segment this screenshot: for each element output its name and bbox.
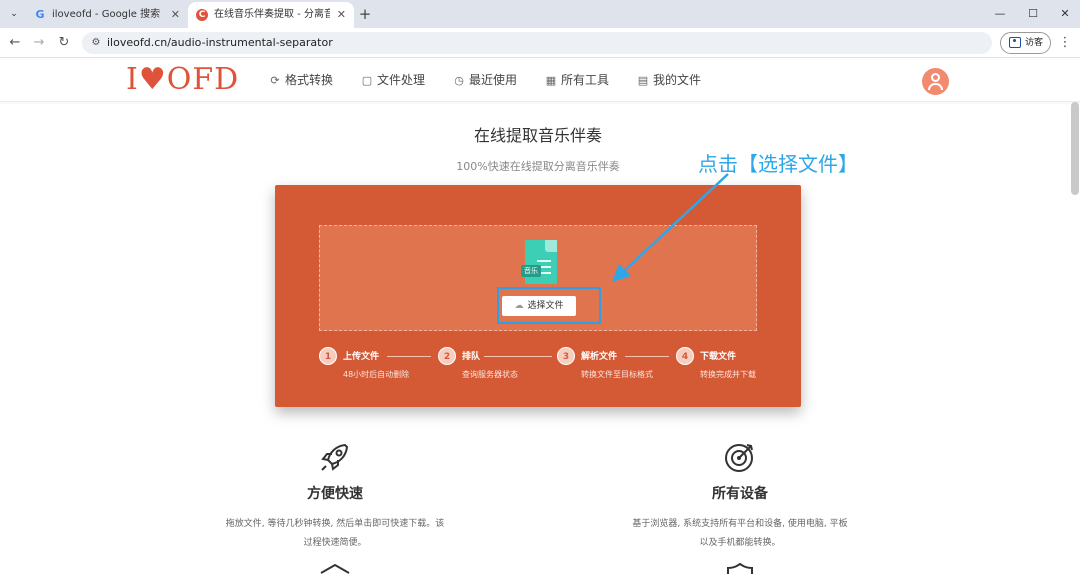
feature-all-devices: 所有设备 基于浏览器, 系统支持所有平台和设备, 使用电脑, 平板以及手机都能转…: [630, 440, 850, 553]
feature-desc: 基于浏览器, 系统支持所有平台和设备, 使用电脑, 平板以及手机都能转换。: [632, 519, 848, 548]
feature-title: 所有设备: [712, 486, 768, 502]
shield-icon: [726, 562, 756, 574]
rocket-icon: [318, 440, 352, 474]
target-icon: [723, 440, 757, 474]
feature-fast: 方便快速 拖放文件, 等待几秒钟转换, 然后单击即可快速下载。该过程快速简便。: [225, 440, 445, 553]
annotation-arrow: [612, 173, 729, 282]
feature-desc: 拖放文件, 等待几秒钟转换, 然后单击即可快速下载。该过程快速简便。: [225, 519, 445, 548]
arrow-line: [623, 173, 729, 272]
feature-title: 方便快速: [307, 486, 363, 502]
layers-icon: [320, 562, 350, 574]
